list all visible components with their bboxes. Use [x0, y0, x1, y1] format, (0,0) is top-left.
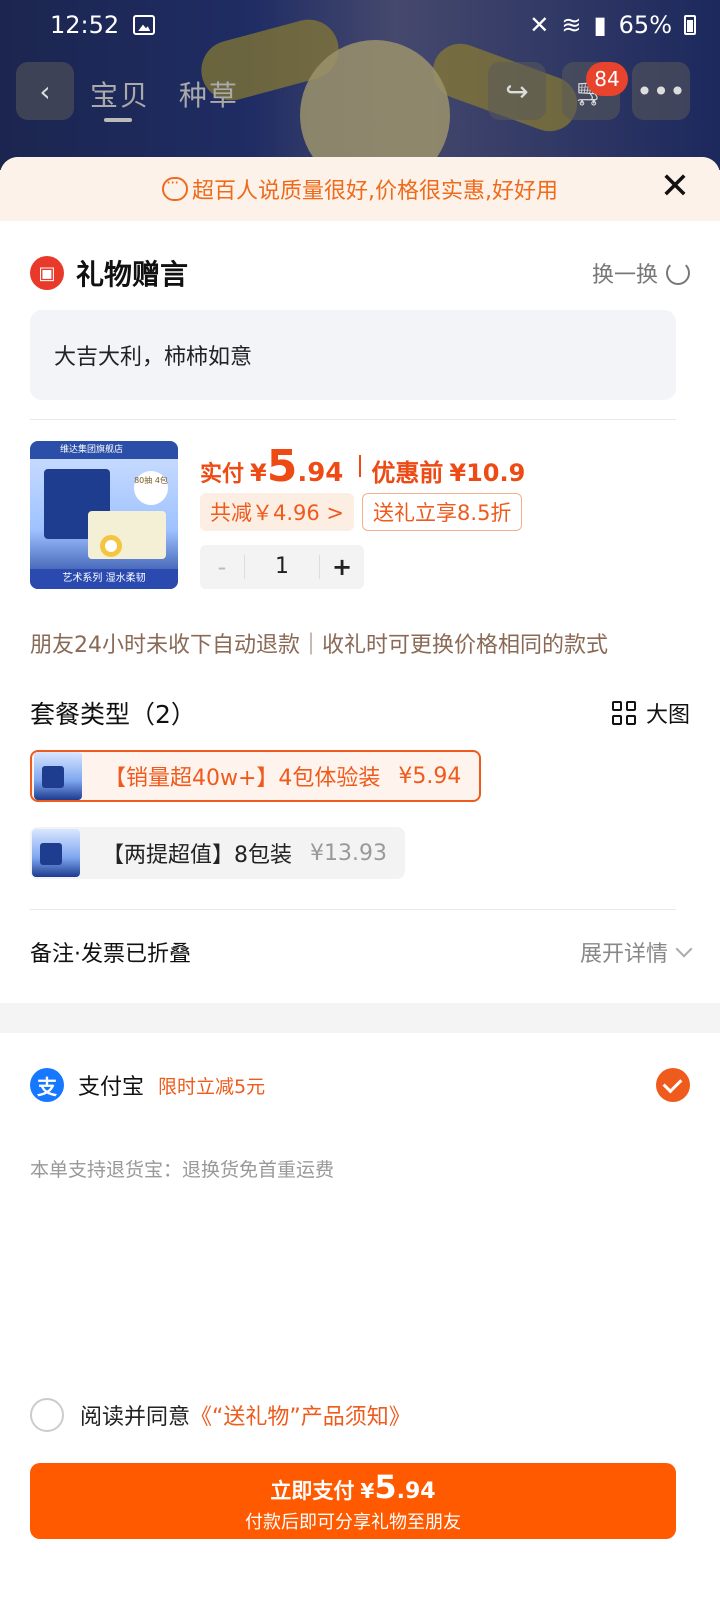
status-right: ✕ ≋ ▮ 65%: [529, 11, 696, 39]
gallery-icon: [133, 15, 156, 35]
price-integer: 5: [266, 441, 298, 492]
more-icon: •••: [636, 74, 686, 108]
expand-details-button[interactable]: 展开详情: [579, 936, 693, 968]
payment-promo: 限时立减5元: [158, 1075, 266, 1098]
package-option-selected[interactable]: 【销量超40w+】4包体验装 ¥5.94: [30, 750, 482, 802]
expand-label: 展开详情: [579, 942, 668, 967]
big-view-label: 大图: [645, 703, 690, 728]
refund-notice: 朋友24小时未收下自动退款｜收礼时可更换价格相同的款式: [30, 633, 608, 658]
decrease-button[interactable]: -: [200, 553, 244, 581]
package-header: 套餐类型（2） 大图: [30, 693, 690, 733]
package-title: 套餐类型（2）: [30, 700, 196, 729]
pay-dec: .94: [396, 1479, 436, 1504]
banner-text: 超百人说质量很好,价格很实惠,好好用: [192, 179, 558, 204]
pay-int: 5: [374, 1468, 397, 1506]
gift-title: 礼物赠言: [76, 258, 189, 291]
product-image-store: 维达集团旗舰店: [30, 441, 178, 459]
tab-item[interactable]: 宝贝: [90, 79, 150, 112]
package-label: 【销量超40w+】4包体验装: [104, 766, 381, 791]
back-button[interactable]: ‹: [16, 62, 74, 120]
agree-checkbox[interactable]: [30, 1398, 64, 1432]
price-separator: [359, 455, 362, 477]
section-gap: [0, 1003, 720, 1033]
product-image-flower: [100, 535, 122, 557]
tab-seed[interactable]: 种草: [179, 79, 239, 112]
mute-icon: ✕: [529, 11, 550, 39]
product-row: 维达集团旗舰店 80抽 4包 艺术系列 湿水柔韧 实付 ¥ 5 .94 优惠前 …: [30, 441, 690, 591]
divider: [30, 419, 676, 420]
package-thumbnail: [34, 752, 82, 800]
share-button[interactable]: ↪: [488, 62, 546, 120]
share-icon: ↪: [505, 74, 529, 108]
alipay-icon: 支: [30, 1068, 64, 1102]
remark-row[interactable]: 备注·发票已折叠 展开详情: [30, 927, 693, 977]
package-label: 【两提超值】8包装: [102, 843, 292, 868]
chat-icon: [162, 173, 188, 201]
remark-title: 备注·发票已折叠: [30, 942, 191, 967]
battery-icon: [684, 15, 696, 35]
product-image[interactable]: 维达集团旗舰店 80抽 4包 艺术系列 湿水柔韧: [30, 441, 178, 589]
price-decimal: .94: [297, 458, 344, 488]
more-button[interactable]: •••: [632, 62, 690, 120]
package-price: ¥5.94: [398, 763, 462, 789]
package-option[interactable]: 【两提超值】8包装 ¥13.93: [30, 827, 405, 879]
wifi-icon: ≋: [561, 11, 582, 39]
before-label: 优惠前: [371, 459, 444, 487]
gift-header: ▣ 礼物赠言 换一换: [30, 253, 690, 293]
increase-button[interactable]: +: [320, 553, 364, 581]
tab-indicator: [104, 118, 132, 122]
pay-label: 立即支付: [270, 1479, 355, 1503]
quantity-stepper: - 1 +: [200, 545, 364, 589]
chevron-left-icon: ‹: [39, 74, 51, 108]
swap-message-button[interactable]: 换一换: [592, 257, 690, 289]
pay-button-main: 立即支付 ¥ 5 .94: [270, 1468, 435, 1506]
gift-icon: ▣: [30, 256, 64, 290]
swap-label: 换一换: [591, 263, 658, 288]
price-line: 实付 ¥ 5 .94 优惠前 ¥10.9: [200, 441, 526, 492]
package-thumbnail: [32, 829, 80, 877]
gift-message: 大吉大利，柿柿如意: [54, 345, 253, 370]
quantity-value[interactable]: 1: [244, 555, 320, 579]
gift-checkout-sheet: 超百人说质量很好,价格很实惠,好好用 ✕ ▣ 礼物赠言 换一换 大吉大利，柿柿如…: [0, 157, 720, 1600]
big-view-button[interactable]: 大图: [611, 697, 690, 729]
divider: [30, 909, 676, 910]
cart-badge: 84: [586, 62, 628, 96]
agreement-link[interactable]: 《“送礼物”产品须知》: [190, 1399, 411, 1431]
pay-subtitle: 付款后即可分享礼物至朋友: [245, 1512, 461, 1533]
payment-name: 支付宝: [78, 1075, 145, 1100]
payment-method-alipay[interactable]: 支 支付宝 限时立减5元: [30, 1065, 690, 1105]
agreement-row: 阅读并同意 《“送礼物”产品须知》: [30, 1395, 690, 1435]
status-time: 12:52: [50, 11, 120, 39]
close-button[interactable]: ✕: [660, 167, 690, 207]
agree-text: 阅读并同意: [80, 1405, 191, 1430]
returns-note: 本单支持退货宝：退换货免首重运费: [30, 1159, 335, 1181]
pay-currency: ¥: [360, 1479, 375, 1503]
discount-tag[interactable]: 共减￥4.96 >: [200, 493, 355, 531]
gift-discount-tag: 送礼立享8.5折: [362, 493, 523, 531]
currency-symbol: ¥: [250, 459, 267, 487]
status-bar: 12:52 ✕ ≋ ▮ 65%: [0, 0, 720, 50]
product-image-badge: 80抽 4包: [134, 471, 168, 505]
grid-icon: [611, 701, 636, 725]
refresh-icon: [666, 261, 690, 285]
nav-tabs: 宝贝 种草: [90, 74, 257, 114]
signal-icon: ▮: [593, 11, 607, 39]
discount-tags: 共减￥4.96 > 送礼立享8.5折: [200, 493, 523, 531]
battery-percent: 65%: [618, 11, 672, 39]
chevron-down-icon: [675, 940, 693, 958]
review-banner: 超百人说质量很好,价格很实惠,好好用 ✕: [0, 157, 720, 221]
package-price: ¥13.93: [310, 840, 387, 866]
product-image-pack: [88, 511, 166, 559]
product-image-footer: 艺术系列 湿水柔韧: [30, 569, 178, 589]
pay-now-button[interactable]: 立即支付 ¥ 5 .94 付款后即可分享礼物至朋友: [30, 1463, 676, 1539]
selected-check-icon[interactable]: [656, 1068, 690, 1102]
price-label: 实付: [200, 462, 245, 487]
gift-message-box[interactable]: 大吉大利，柿柿如意: [30, 310, 676, 400]
before-price: ¥10.9: [449, 459, 526, 487]
